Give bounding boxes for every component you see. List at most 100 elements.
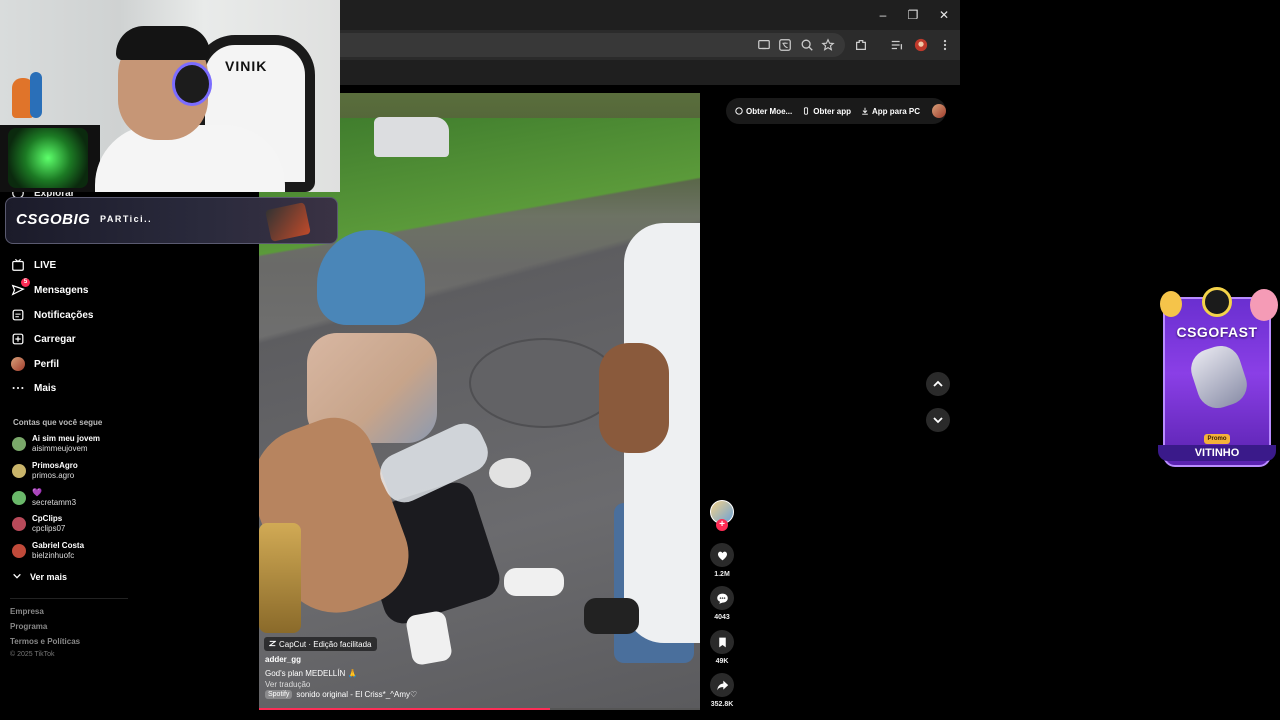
avatar xyxy=(12,491,26,505)
live-icon xyxy=(10,257,26,273)
account-name: Gabriel Costa xyxy=(32,541,85,550)
chevron-down-icon xyxy=(933,417,943,424)
see-more-button[interactable]: Ver mais xyxy=(12,571,67,583)
following-account-4[interactable]: Gabriel Costa bielzinhuofc xyxy=(12,541,84,561)
webcam-pc-glow xyxy=(8,128,88,188)
account-handle: aisimmeujovem xyxy=(32,444,88,453)
video-music[interactable]: Spotify sonido original - El Criss*_^Amy… xyxy=(265,690,417,699)
capcut-tag[interactable]: CapCut · Edição facilitada xyxy=(264,637,377,651)
like-button[interactable] xyxy=(710,543,734,567)
video-author[interactable]: adder_gg xyxy=(265,655,301,664)
promo-overlay: CSGOFAST Promo VITINHO xyxy=(1158,285,1278,477)
page-background xyxy=(700,85,960,720)
sidebar-item-label: Perfil xyxy=(34,358,60,370)
translate-icon[interactable] xyxy=(776,36,794,54)
save-button[interactable] xyxy=(710,630,734,654)
sponsor-text: PARTici.. xyxy=(100,214,153,224)
get-app-button[interactable]: Obter app xyxy=(802,107,851,116)
extensions-icon[interactable] xyxy=(852,36,870,54)
promo-name: VITINHO xyxy=(1158,445,1276,461)
chair-brand: VINIK xyxy=(225,58,268,74)
footer-link-company[interactable]: Empresa xyxy=(10,607,44,616)
following-account-2[interactable]: 💜 secretamm3 xyxy=(12,488,76,508)
see-more-label: Ver mais xyxy=(30,572,68,582)
share-button[interactable] xyxy=(710,673,734,697)
video-progress-bar[interactable] xyxy=(259,708,700,710)
promo-chip: Promo xyxy=(1204,434,1230,444)
next-video-button[interactable] xyxy=(926,408,950,432)
promo-badge-icon xyxy=(1202,287,1232,317)
heart-icon xyxy=(717,551,727,560)
browser-menu-icon[interactable] xyxy=(936,36,954,54)
video-scene-watch xyxy=(259,523,301,633)
sidebar-item-notifications[interactable]: Notificações xyxy=(10,305,93,325)
top-actions-bar: Obter Moe... Obter app App para PC xyxy=(726,98,946,124)
webcam-streamer-body xyxy=(95,125,285,192)
pc-app-button[interactable]: App para PC xyxy=(861,107,920,116)
phone-icon xyxy=(804,107,809,115)
video-scene-manhole xyxy=(469,338,619,428)
avatar xyxy=(12,517,26,531)
cast-icon[interactable] xyxy=(755,36,773,54)
minimize-button[interactable]: – xyxy=(871,4,895,26)
footer-link-program[interactable]: Programa xyxy=(10,622,47,631)
headset-icon xyxy=(172,62,212,106)
comment-count: 4043 xyxy=(714,614,730,621)
follow-plus-icon[interactable]: + xyxy=(716,519,728,531)
account-name: 💜 xyxy=(32,488,42,497)
sponsor-logo: CSGOBIG xyxy=(16,211,91,228)
avatar xyxy=(12,464,26,478)
sidebar-item-live[interactable]: LIVE xyxy=(10,255,56,275)
capcut-label: CapCut · Edição facilitada xyxy=(279,639,372,649)
profile-avatar-icon[interactable] xyxy=(912,36,930,54)
sidebar-item-profile[interactable]: Perfil xyxy=(10,354,59,374)
bookmarks-area xyxy=(340,60,960,85)
save-action[interactable]: 49K xyxy=(710,630,734,665)
get-coins-label: Obter Moe... xyxy=(746,106,793,116)
video-scene-shoe xyxy=(404,609,454,667)
zoom-icon[interactable] xyxy=(798,36,816,54)
get-coins-button[interactable]: Obter Moe... xyxy=(735,107,792,116)
like-count: 1.2M xyxy=(714,571,730,578)
like-action[interactable]: 1.2M xyxy=(710,543,734,578)
copyright-text: © 2025 TikTok xyxy=(10,651,55,658)
sidebar-item-more[interactable]: Mais xyxy=(10,378,56,398)
webcam-figurine xyxy=(30,72,42,118)
account-name: PrimosAgro xyxy=(32,461,78,470)
sidebar-divider xyxy=(10,598,128,599)
upload-icon xyxy=(10,331,26,347)
translate-link[interactable]: Ver tradução xyxy=(265,680,310,689)
avatar xyxy=(12,437,26,451)
previous-video-button[interactable] xyxy=(926,372,950,396)
video-progress-fill xyxy=(259,708,551,710)
chevron-up-icon xyxy=(933,380,943,387)
close-button[interactable]: ✕ xyxy=(932,4,956,26)
comment-action[interactable]: 4043 xyxy=(710,586,734,621)
avatar xyxy=(12,544,26,558)
comment-button[interactable] xyxy=(710,586,734,610)
bookmark-star-icon[interactable] xyxy=(819,36,837,54)
video-scene-cup xyxy=(489,458,531,488)
restore-button[interactable]: ❐ xyxy=(901,4,925,26)
user-avatar[interactable] xyxy=(931,104,946,118)
share-action[interactable]: 352.8K xyxy=(710,673,734,708)
share-icon xyxy=(716,680,728,690)
following-account-1[interactable]: PrimosAgro primos.agro xyxy=(12,461,78,481)
following-account-0[interactable]: Ai sim meu jovem aisimmeujovem xyxy=(12,434,100,454)
more-icon xyxy=(10,380,26,396)
bookmark-icon xyxy=(718,637,726,647)
media-queue-icon[interactable] xyxy=(888,36,906,54)
coin-icon xyxy=(735,107,743,115)
balloon-icon xyxy=(1160,291,1182,317)
account-name: CpClips xyxy=(32,514,63,523)
footer-link-terms[interactable]: Termos e Políticas xyxy=(10,637,80,646)
sidebar-item-messages[interactable]: 5 Mensagens xyxy=(10,278,88,300)
sidebar-item-upload[interactable]: Carregar xyxy=(10,329,76,349)
profile-avatar xyxy=(10,356,26,372)
sidebar-item-label: Mais xyxy=(34,382,57,394)
sponsor-case-image xyxy=(265,202,311,242)
video-scene-truck xyxy=(374,117,449,157)
following-account-3[interactable]: CpClips cpclips07 xyxy=(12,514,65,534)
video-scene-shoe xyxy=(584,598,639,634)
capcut-icon xyxy=(268,640,277,649)
